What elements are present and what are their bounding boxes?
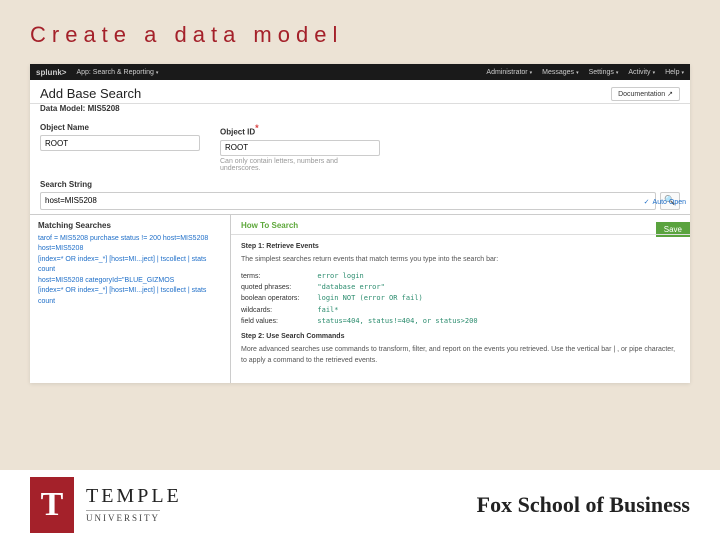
step2-title: Step 2: Use Search Commands [241,331,680,342]
page-heading: Add Base Search [40,86,141,101]
matching-search-item[interactable]: [index=* OR index=_*] [host=MI...ject] |… [38,286,222,307]
documentation-link[interactable]: Documentation ↗ [611,87,680,101]
how-to-search-heading: How To Search [231,215,690,235]
app-screenshot: splunk> App: Search & Reporting▾ Adminis… [30,64,690,383]
matching-search-item[interactable]: [index=* OR index=_*] [host=MI...ject] |… [38,255,222,276]
data-model-line: Data Model: MIS5208 [30,104,690,119]
step1-title: Step 1: Retrieve Events [241,241,680,252]
menu-messages[interactable]: Messages▾ [542,69,578,76]
matching-searches-heading: Matching Searches [38,221,222,230]
object-id-hint: Can only contain letters, numbers and un… [220,158,380,172]
search-string-label: Search String [40,180,680,189]
search-string-input[interactable] [40,192,656,210]
slide-footer: T TEMPLE UNIVERSITY Fox School of Busine… [0,470,720,540]
temple-subword: UNIVERSITY [86,510,160,523]
object-id-input[interactable] [220,140,380,156]
step1-desc: The simplest searches return events that… [241,254,680,265]
temple-wordmark: TEMPLE [86,485,182,508]
topbar: splunk> App: Search & Reporting▾ Adminis… [30,64,690,80]
matching-search-item[interactable]: host=MIS5208 [38,244,222,255]
menu-administrator[interactable]: Administrator▾ [486,69,532,76]
menu-settings[interactable]: Settings▾ [589,69,619,76]
app-menu[interactable]: App: Search & Reporting▾ [76,69,158,76]
auto-open-toggle[interactable]: ✓Auto Open [644,198,686,206]
object-name-input[interactable] [40,135,200,151]
step2-desc: More advanced searches use commands to t… [241,344,680,366]
menu-activity[interactable]: Activity▾ [628,69,655,76]
external-link-icon: ↗ [667,91,673,98]
matching-search-item[interactable]: tarof = MIS5208 purchase status != 200 h… [38,234,222,245]
splunk-logo: splunk> [36,68,66,77]
menu-help[interactable]: Help▾ [665,69,684,76]
matching-search-item[interactable]: host=MIS5208 categoryId="BLUE_GIZMOS [38,276,222,287]
object-id-label: Object ID* [220,123,380,137]
object-name-label: Object Name [40,123,200,132]
temple-logo-icon: T [30,477,74,533]
slide-title: Create a data model [0,0,720,64]
fox-school-label: Fox School of Business [477,492,690,518]
search-terms-table: terms:error login quoted phrases:"databa… [241,271,478,327]
